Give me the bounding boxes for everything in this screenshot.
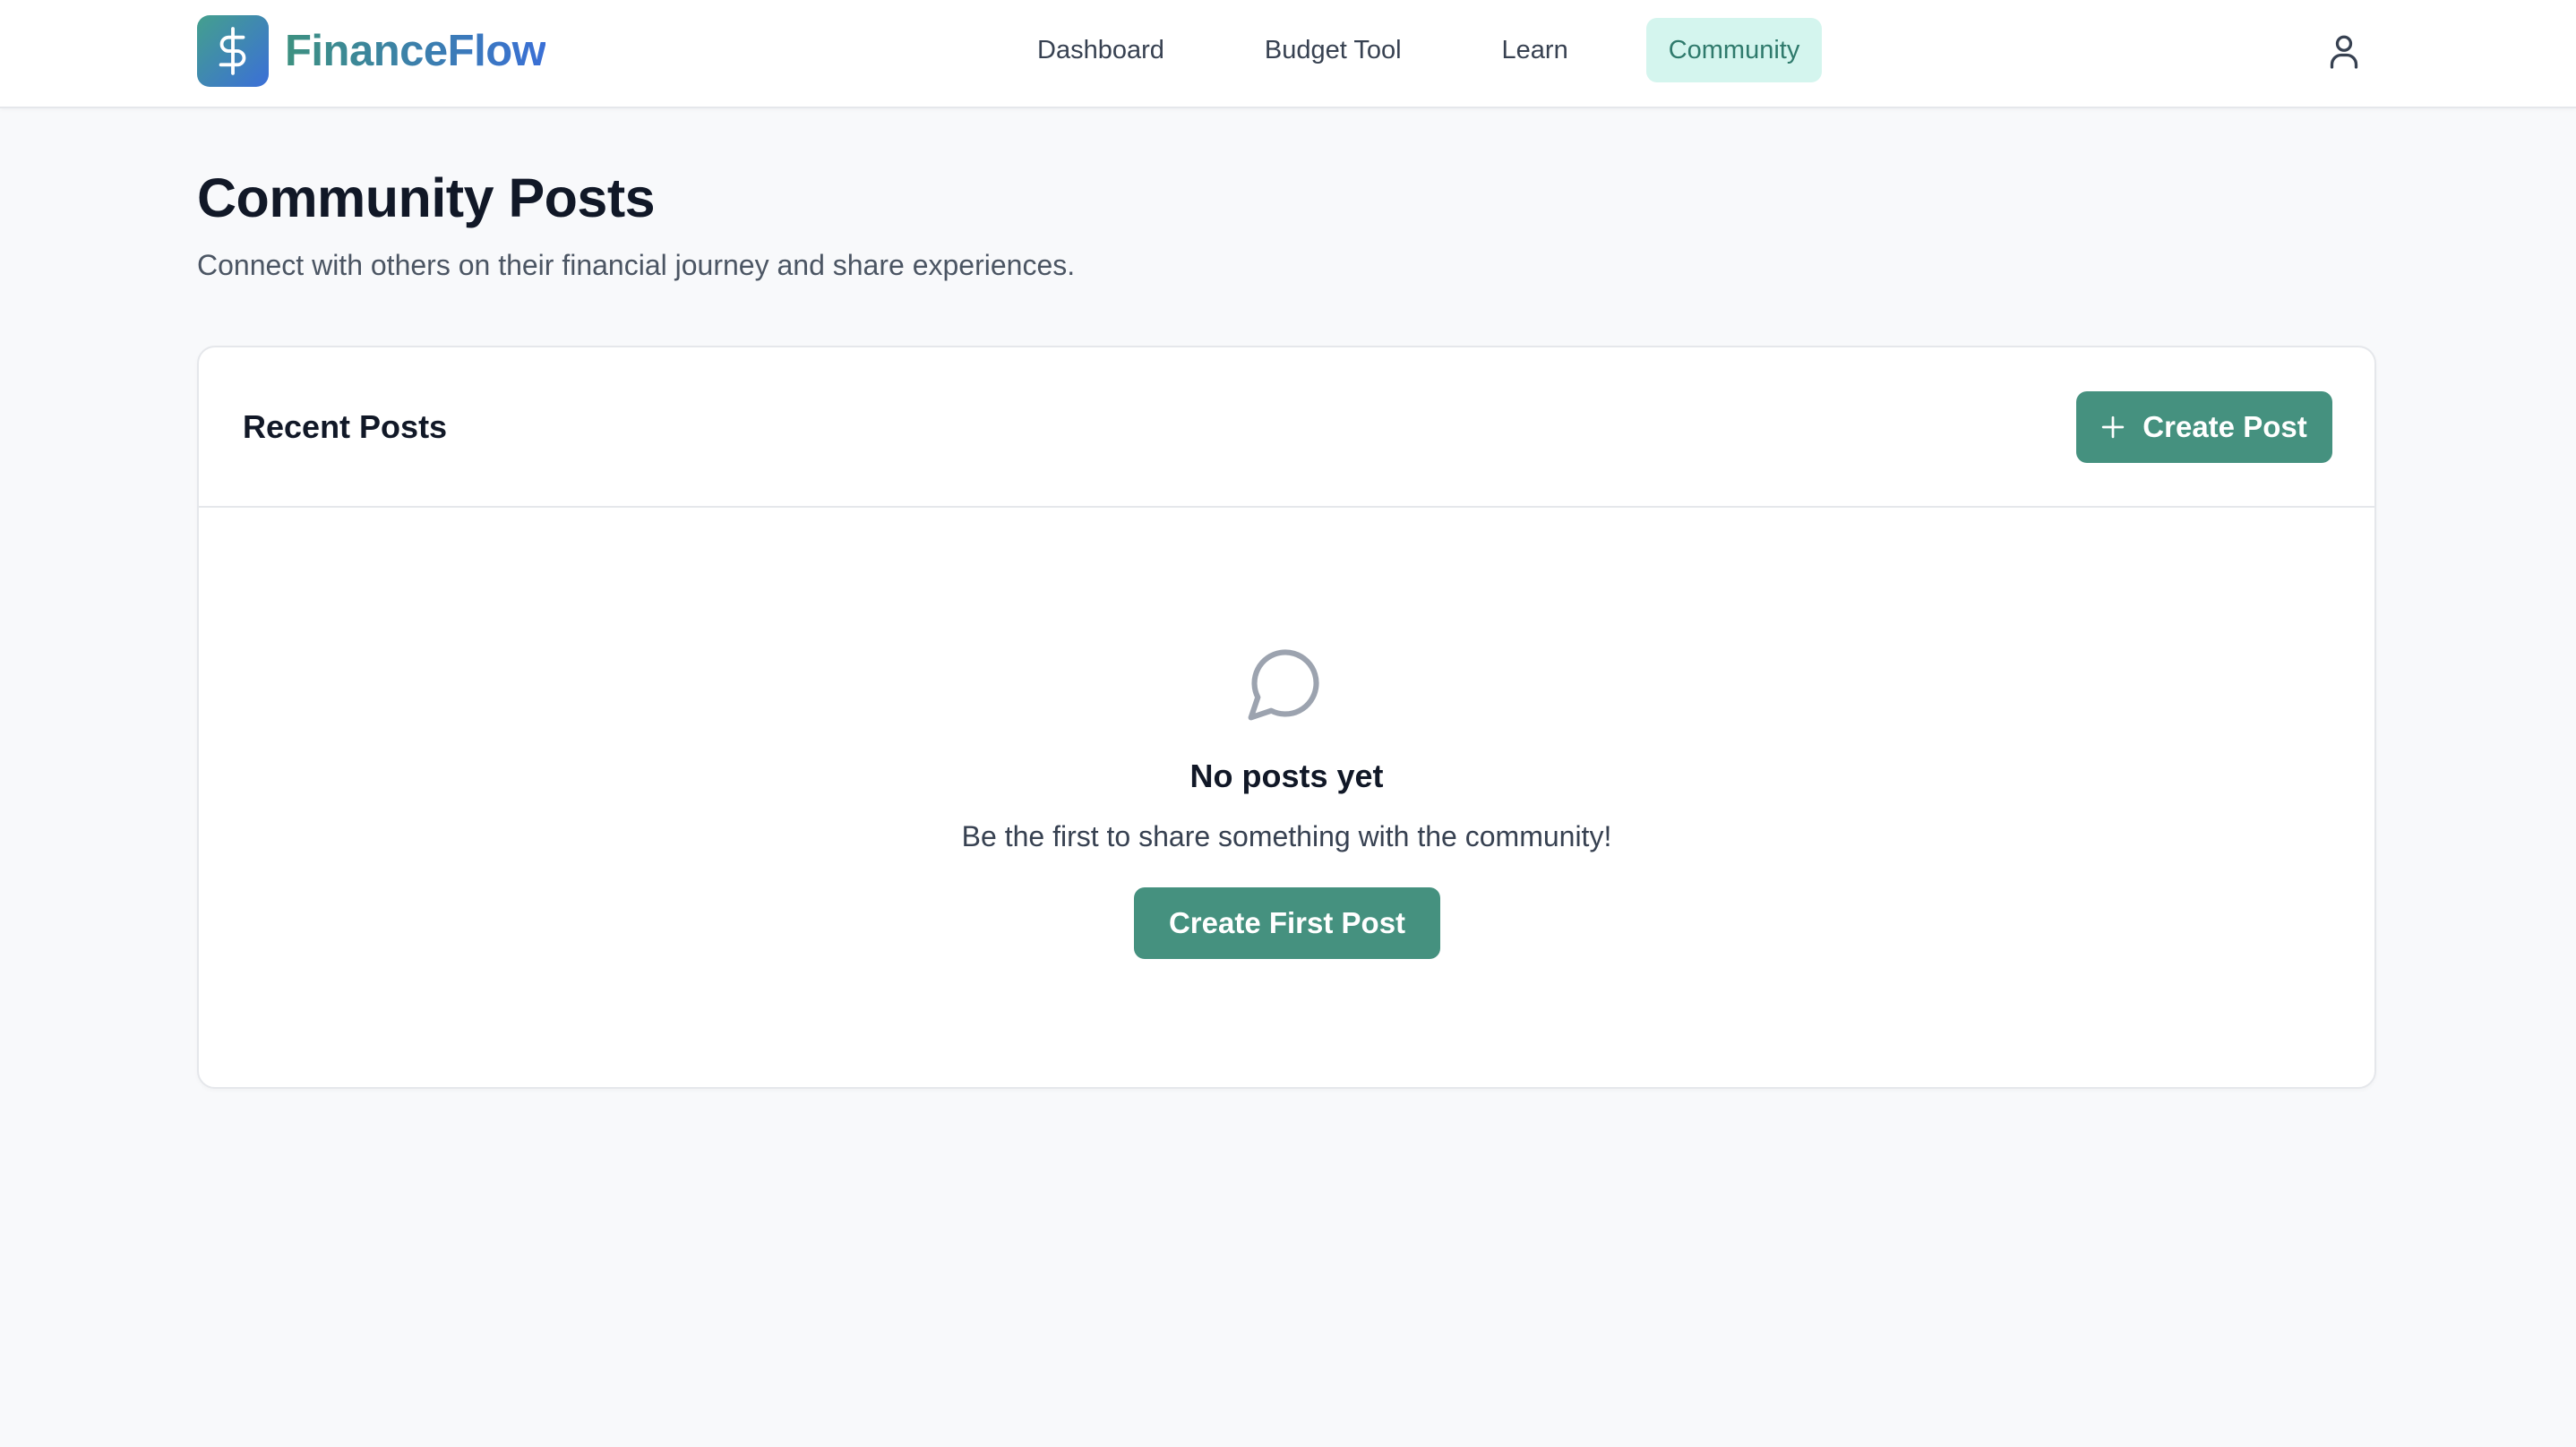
brand-logo <box>197 15 269 87</box>
empty-state-text: Be the first to share something with the… <box>961 820 1612 852</box>
recent-posts-card: Recent Posts Create Post No posts yet Be… <box>197 346 2376 1089</box>
top-navbar: FinanceFlow Dashboard Budget Tool Learn … <box>0 0 2576 108</box>
page-subtitle: Connect with others on their financial j… <box>197 249 1076 281</box>
user-menu-button[interactable] <box>2323 30 2365 72</box>
card-title: Recent Posts <box>243 408 448 445</box>
plus-icon <box>2102 415 2125 439</box>
main-nav: Dashboard Budget Tool Learn Community <box>1015 18 1823 82</box>
brand-name: FinanceFlow <box>285 27 546 75</box>
card-header: Recent Posts Create Post <box>199 347 2374 508</box>
empty-state-title: No posts yet <box>1189 758 1384 794</box>
nav-community[interactable]: Community <box>1645 18 1823 82</box>
user-icon <box>2330 35 2358 69</box>
create-first-post-button[interactable]: Create First Post <box>1134 887 1440 959</box>
nav-learn[interactable]: Learn <box>1480 18 1591 82</box>
create-post-label: Create Post <box>2142 410 2307 443</box>
nav-dashboard[interactable]: Dashboard <box>1015 18 1187 82</box>
page-title: Community Posts <box>197 167 656 228</box>
dollar-icon <box>219 27 246 75</box>
message-circle-icon <box>1248 649 1319 721</box>
brand[interactable]: FinanceFlow <box>197 15 546 87</box>
create-post-button[interactable]: Create Post <box>2076 391 2332 463</box>
nav-budget-tool[interactable]: Budget Tool <box>1242 18 1424 82</box>
